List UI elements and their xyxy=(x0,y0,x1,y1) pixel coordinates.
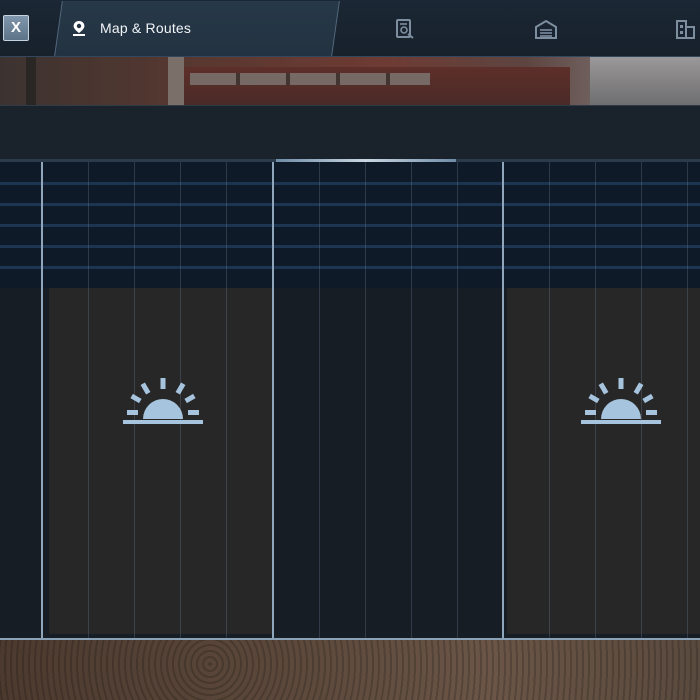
sunrise-icon xyxy=(581,378,661,424)
hour-line xyxy=(549,162,550,638)
day-divider xyxy=(272,162,274,638)
day-column xyxy=(49,288,273,634)
tab-map-routes[interactable]: Map & Routes xyxy=(72,0,191,56)
tab-garage[interactable] xyxy=(531,14,561,44)
hour-line xyxy=(226,162,227,638)
day-divider xyxy=(41,162,43,638)
hour-line xyxy=(88,162,89,638)
buildings-icon xyxy=(676,20,695,39)
top-navigation-bar: X Map & Routes xyxy=(0,0,700,57)
day-column xyxy=(507,288,700,634)
hour-line xyxy=(457,162,458,638)
contract-document-icon xyxy=(396,19,414,39)
tab-company[interactable] xyxy=(670,14,700,44)
hour-line xyxy=(365,162,366,638)
tab-contracts[interactable] xyxy=(390,14,420,44)
schedule-grid xyxy=(0,162,700,640)
garage-icon xyxy=(535,19,557,39)
day-divider xyxy=(502,162,504,638)
background-ground xyxy=(0,640,700,700)
background-scene xyxy=(0,57,700,105)
tab-map-routes-label: Map & Routes xyxy=(100,20,192,36)
hour-line xyxy=(319,162,320,638)
hour-line xyxy=(411,162,412,638)
schedule-header-panel xyxy=(0,105,700,160)
close-button[interactable]: X xyxy=(3,15,29,41)
night-column xyxy=(275,288,503,638)
map-pin-icon xyxy=(73,21,85,36)
night-column xyxy=(0,288,42,638)
sunrise-icon xyxy=(123,378,203,424)
hour-line xyxy=(687,162,688,638)
